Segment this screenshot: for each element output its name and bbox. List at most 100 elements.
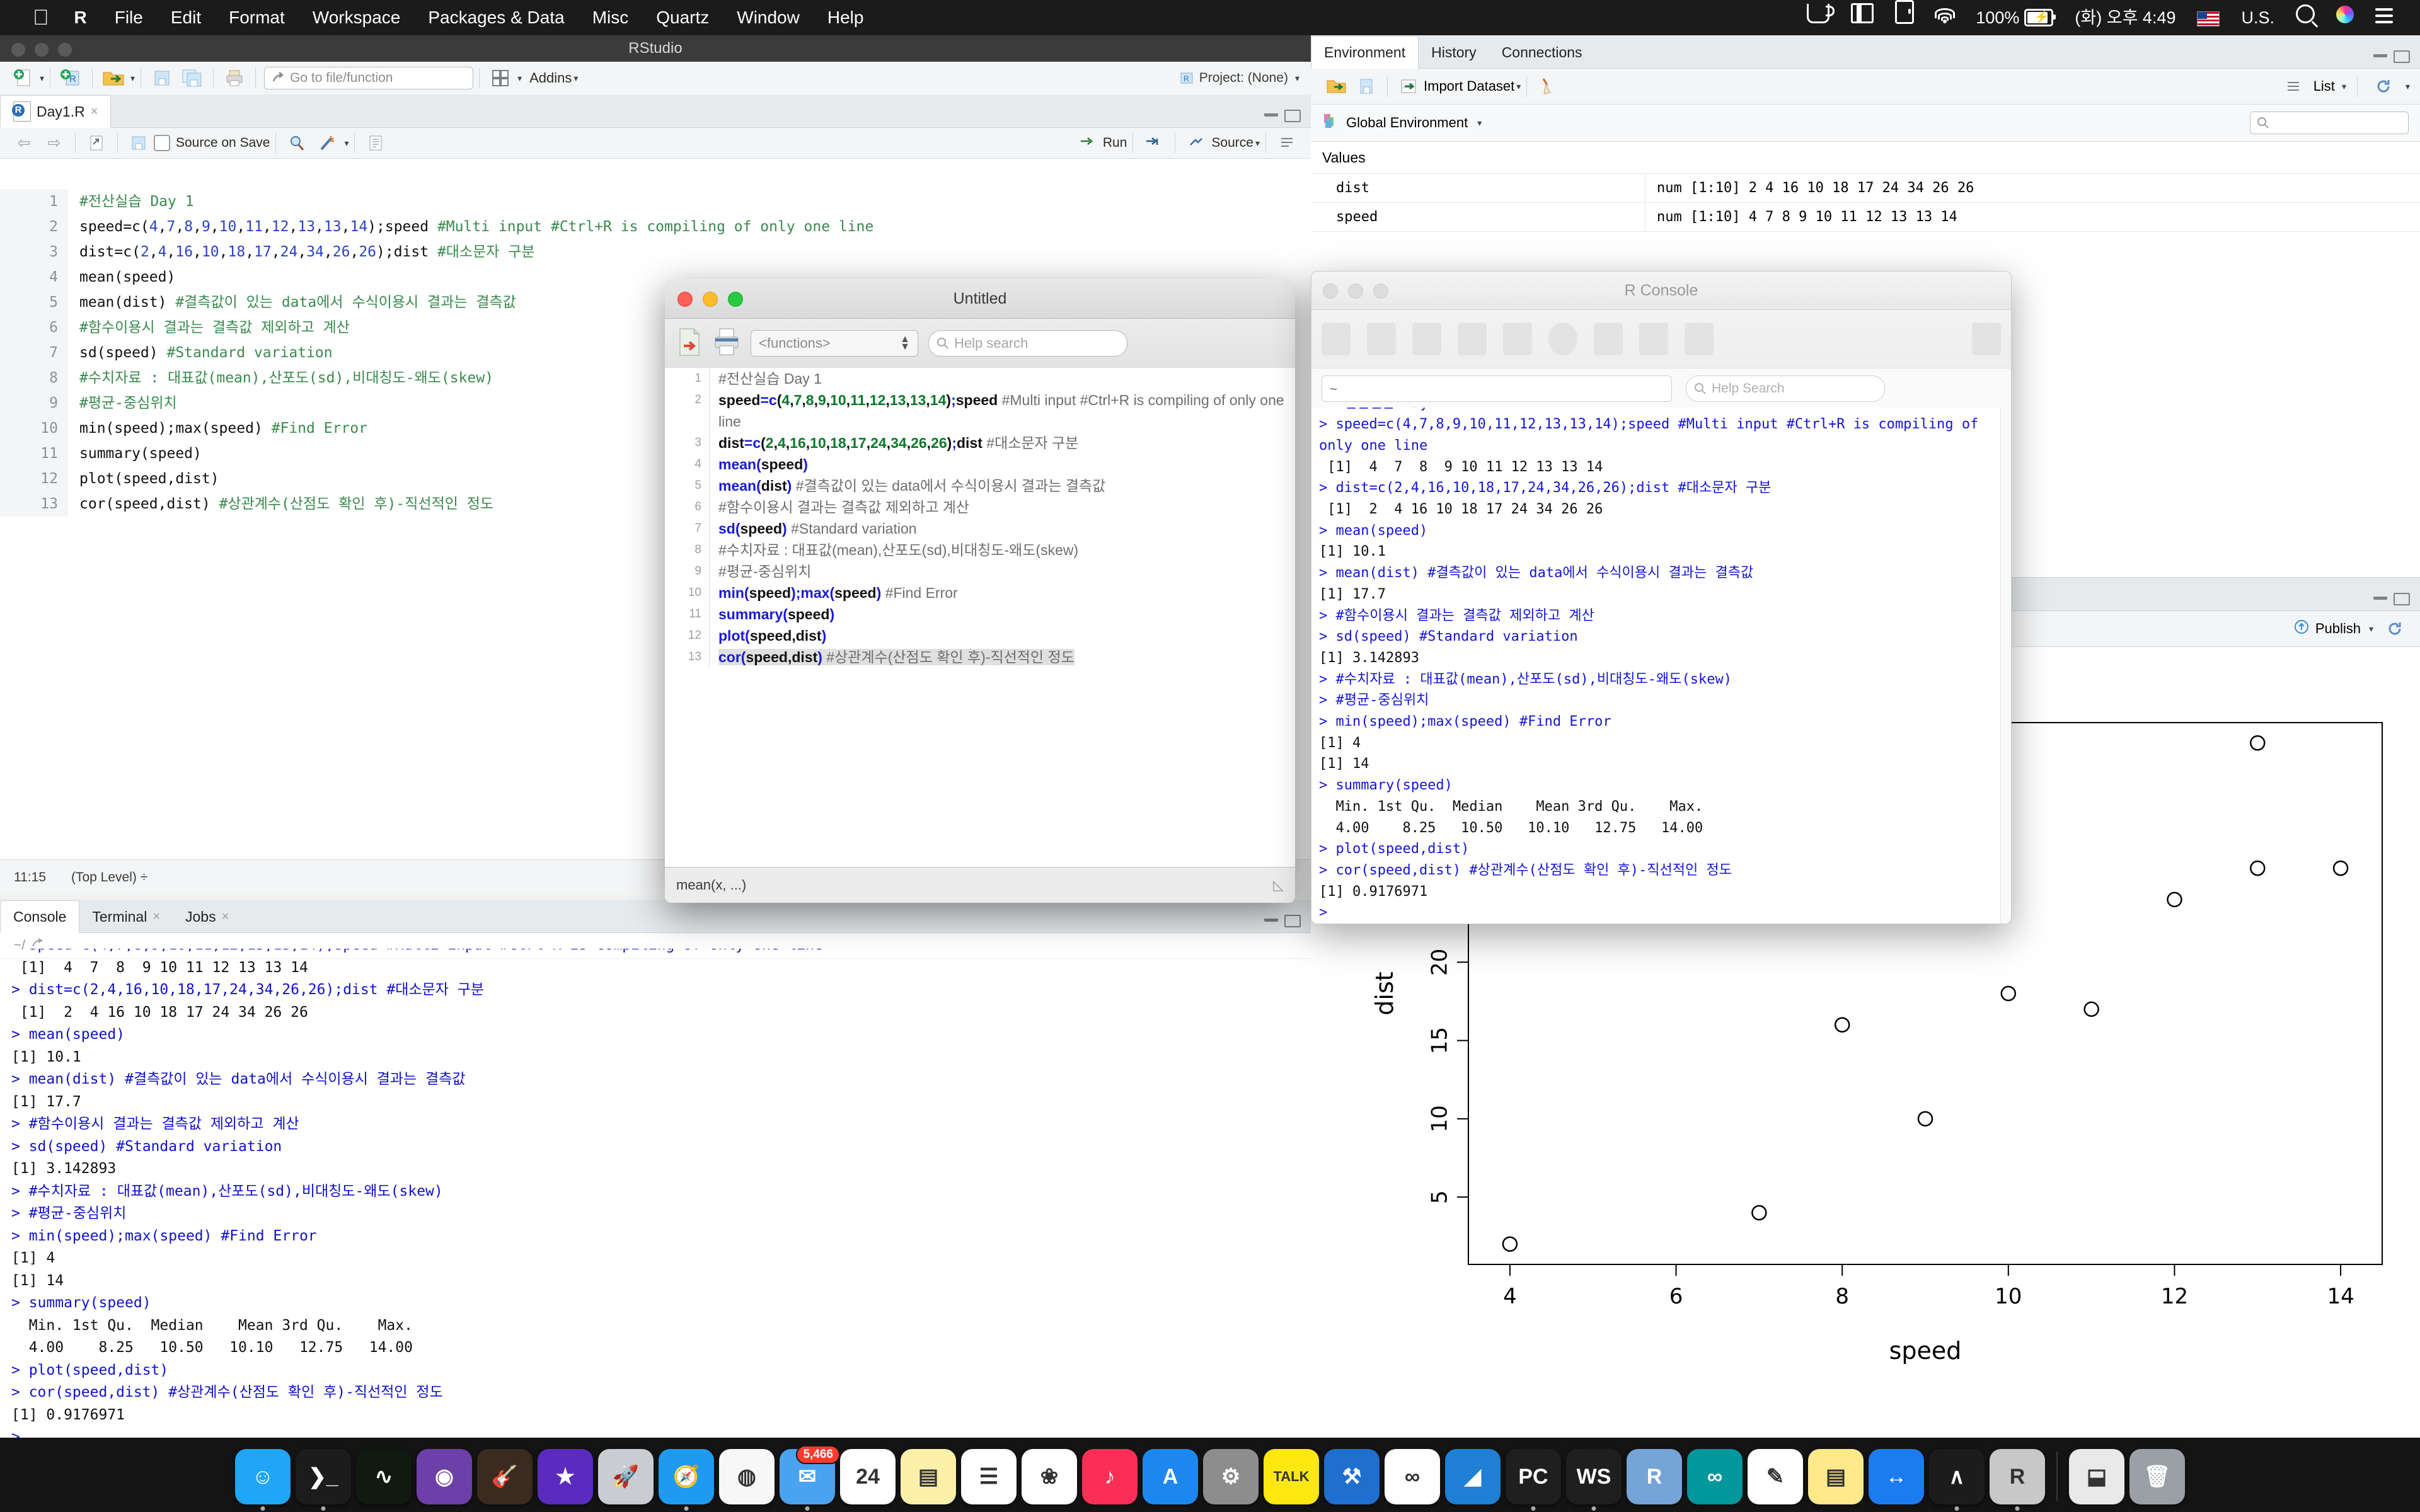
dock-item-webstorm[interactable]: WS bbox=[1566, 1449, 1622, 1511]
line-code[interactable]: sd(speed) #Standard variation bbox=[68, 340, 333, 365]
show-in-new-window-icon[interactable] bbox=[81, 130, 112, 156]
open-chevron-down-icon[interactable]: ▾ bbox=[130, 73, 135, 84]
source-pane-window-buttons[interactable] bbox=[1264, 110, 1301, 122]
dock-item-app-store[interactable]: A bbox=[1143, 1449, 1198, 1504]
save-document-icon[interactable] bbox=[676, 327, 703, 360]
refresh-icon[interactable] bbox=[2380, 616, 2410, 641]
console-pane-window-buttons[interactable] bbox=[1264, 915, 1301, 927]
coffee-cup-icon[interactable] bbox=[1796, 0, 1840, 35]
split-view-icon[interactable] bbox=[1840, 0, 1884, 35]
addins-chevron-down-icon[interactable]: ▾ bbox=[573, 73, 578, 84]
line-code[interactable]: min(speed);max(speed) #Find Error bbox=[709, 582, 1295, 604]
r-console-window[interactable]: R Console ~ Help Search Min. 1st Qu. Med… bbox=[1311, 271, 2012, 924]
plots-pane-window-buttons[interactable] bbox=[2373, 593, 2410, 605]
environment-scope-selector[interactable]: Global Environment ▾ bbox=[1311, 105, 2420, 142]
back-arrow-icon[interactable]: ⇦ bbox=[9, 130, 39, 156]
dock-item-reminders[interactable]: ☰ bbox=[961, 1449, 1017, 1504]
untitled-line[interactable]: 4 mean(speed) bbox=[665, 454, 1295, 475]
dock-item-notes[interactable]: ▤ bbox=[901, 1449, 956, 1504]
print-icon[interactable] bbox=[1685, 323, 1714, 355]
battery-status[interactable]: 100% ⚡ bbox=[1965, 0, 2064, 35]
tab-terminal[interactable]: Terminal × bbox=[79, 901, 173, 932]
line-code[interactable]: #수치자료 : 대표값(mean),산포도(sd),비대칭도-왜도(skew) bbox=[709, 539, 1295, 561]
maximize-pane-icon[interactable] bbox=[1284, 915, 1301, 927]
re-run-icon[interactable] bbox=[1139, 130, 1169, 156]
new-project-icon[interactable]: R bbox=[56, 66, 86, 91]
dock-item-trash[interactable]: 🗑 bbox=[2129, 1449, 2185, 1504]
dock-item-kakaotalk[interactable]: TALK bbox=[1264, 1449, 1319, 1504]
line-code[interactable]: cor(speed,dist) #상관계수(산점도 확인 후)-직선적인 정도 bbox=[68, 491, 493, 517]
import-dataset-label[interactable]: Import Dataset bbox=[1424, 78, 1514, 94]
line-code[interactable]: speed=c(4,7,8,9,10,11,12,13,13,14);speed… bbox=[709, 389, 1295, 432]
dock-item-mail[interactable]: ✉ 5,466 bbox=[780, 1445, 840, 1511]
publish-icon[interactable] bbox=[2294, 619, 2309, 638]
untitled-line[interactable]: 7 sd(speed) #Standard variation bbox=[665, 518, 1295, 539]
list-view-icon[interactable] bbox=[2278, 74, 2308, 99]
line-code[interactable]: #평균-중심위치 bbox=[709, 561, 1295, 582]
blank-doc-icon[interactable] bbox=[1639, 323, 1668, 355]
dock-item-arduino[interactable]: ∞ bbox=[1687, 1449, 1743, 1504]
source-line[interactable]: 3 dist=c(2,4,16,10,18,17,24,34,26,26);dis… bbox=[0, 239, 1311, 265]
minimize-pane-icon[interactable] bbox=[1264, 110, 1278, 117]
line-code[interactable]: mean(dist) #결측값이 있는 data에서 수식이용시 결과는 결측값 bbox=[68, 290, 516, 315]
line-code[interactable]: mean(dist) #결측값이 있는 data에서 수식이용시 결과는 결측값 bbox=[709, 475, 1295, 496]
panes-chevron-down-icon[interactable]: ▾ bbox=[517, 73, 522, 84]
untitled-line[interactable]: 3 dist=c(2,4,16,10,18,17,24,34,26,26);dis… bbox=[665, 432, 1295, 454]
save-icon[interactable] bbox=[147, 66, 177, 91]
dock-item-calendar[interactable]: 24 bbox=[840, 1449, 896, 1504]
list-chevron-down-icon[interactable]: ▾ bbox=[2342, 81, 2346, 92]
clear-objects-icon[interactable] bbox=[1533, 74, 1563, 99]
close-icon[interactable]: × bbox=[153, 910, 160, 924]
line-code[interactable]: mean(speed) bbox=[68, 265, 175, 290]
untitled-line[interactable]: 2 speed=c(4,7,8,9,10,11,12,13,13,14);spee… bbox=[665, 389, 1295, 432]
line-code[interactable]: cor(speed,dist) #상관계수(산점도 확인 후)-직선적인 정도 bbox=[709, 646, 1295, 668]
run-label[interactable]: Run bbox=[1103, 135, 1127, 151]
source-on-save-checkbox[interactable] bbox=[154, 135, 170, 151]
menu-packages-data[interactable]: Packages & Data bbox=[414, 0, 578, 35]
display-icon[interactable] bbox=[1884, 0, 1925, 36]
menu-app-r[interactable]: R bbox=[60, 0, 101, 35]
refresh-chevron-down-icon[interactable]: ▾ bbox=[2406, 81, 2410, 92]
minimize-pane-icon[interactable] bbox=[2373, 50, 2387, 57]
open-folder-icon[interactable] bbox=[98, 66, 129, 91]
wifi-icon[interactable] bbox=[1925, 0, 1965, 35]
dock-item-imovie[interactable]: ★ bbox=[538, 1449, 593, 1504]
untitled-line[interactable]: 10 min(speed);max(speed) #Find Error bbox=[665, 582, 1295, 604]
minimize-pane-icon[interactable] bbox=[2373, 593, 2387, 600]
dock-item-downloads[interactable]: ⬓ bbox=[2069, 1449, 2124, 1504]
dock-item-r-app[interactable]: R bbox=[1990, 1449, 2045, 1511]
line-code[interactable]: dist=c(2,4,16,10,18,17,24,34,26,26);dist… bbox=[68, 239, 535, 265]
menubar-clock[interactable]: (화) 오후 4:49 bbox=[2064, 0, 2186, 35]
environment-search-input[interactable] bbox=[2250, 112, 2409, 134]
tab-connections[interactable]: Connections bbox=[1489, 37, 1595, 68]
line-code[interactable]: speed=c(4,7,8,9,10,11,12,13,13,14);speed… bbox=[68, 214, 873, 239]
menu-help[interactable]: Help bbox=[814, 0, 878, 35]
menu-misc[interactable]: Misc bbox=[579, 0, 643, 35]
minimize-pane-icon[interactable] bbox=[1264, 915, 1278, 922]
dock-item-rstudio[interactable]: R bbox=[1627, 1449, 1682, 1504]
menu-quartz[interactable]: Quartz bbox=[642, 0, 723, 35]
import-chevron-down-icon[interactable]: ▾ bbox=[1516, 81, 1521, 92]
maximize-pane-icon[interactable] bbox=[1284, 110, 1301, 122]
environment-row[interactable]: speed num [1:10] 4 7 8 9 10 11 12 13 13 1… bbox=[1311, 203, 2420, 232]
line-code[interactable]: dist=c(2,4,16,10,18,17,24,34,26,26);dist… bbox=[709, 432, 1295, 454]
r-help-icon[interactable] bbox=[1594, 323, 1623, 355]
new-file-chevron-down-icon[interactable]: ▾ bbox=[40, 73, 44, 84]
close-icon[interactable]: × bbox=[91, 105, 98, 119]
close-icon[interactable]: × bbox=[222, 910, 229, 924]
source-tab-day1r[interactable]: Day1.R × bbox=[0, 95, 112, 128]
line-code[interactable]: #평균-중심위치 bbox=[68, 391, 177, 416]
dock-item-vscode[interactable]: ◢ bbox=[1445, 1449, 1501, 1504]
save-all-icon[interactable] bbox=[177, 66, 207, 91]
us-flag-icon[interactable] bbox=[2186, 0, 2230, 35]
stepper-icon[interactable]: ▲ ▼ bbox=[900, 335, 910, 352]
menu-window[interactable]: Window bbox=[723, 0, 814, 35]
compile-report-icon[interactable] bbox=[360, 130, 391, 156]
import-dataset-icon[interactable] bbox=[1393, 74, 1424, 99]
dock-item-garageband[interactable]: 🎸 bbox=[477, 1449, 533, 1504]
menu-format[interactable]: Format bbox=[215, 0, 299, 35]
project-chevron-down-icon[interactable]: ▾ bbox=[1295, 73, 1299, 84]
save-workspace-icon[interactable] bbox=[1351, 74, 1381, 99]
forward-arrow-icon[interactable]: ⇨ bbox=[39, 130, 69, 156]
new-file-icon[interactable] bbox=[8, 66, 38, 91]
